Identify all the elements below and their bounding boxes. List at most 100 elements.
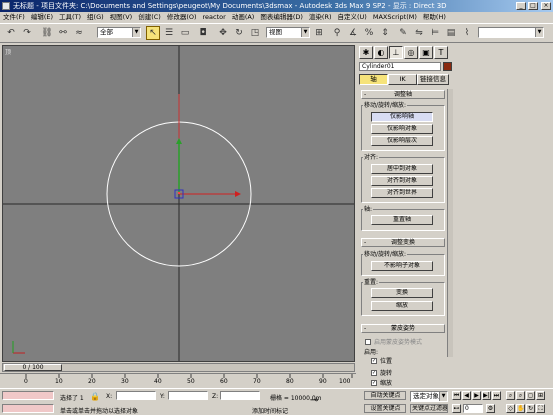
menu-tools[interactable]: 工具(T) xyxy=(56,12,84,23)
maximize-button[interactable]: □ xyxy=(528,2,538,10)
time-slider[interactable]: 0 / 100 xyxy=(2,363,355,372)
key-mode-icon[interactable]: ⊷ xyxy=(452,404,461,413)
object-name-field[interactable]: Cylinder01 xyxy=(359,62,441,71)
unlink-icon[interactable]: ⚯ xyxy=(56,26,70,40)
create-tab-icon[interactable]: ✱ xyxy=(359,46,373,59)
menu-file[interactable]: 文件(F) xyxy=(0,12,28,23)
current-frame-field[interactable]: 0 xyxy=(463,404,483,413)
minimize-button[interactable]: _ xyxy=(516,2,526,10)
link-icon[interactable]: ⛓ xyxy=(40,26,54,40)
skin-pose-mode-checkbox[interactable]: 启用蒙皮姿势模式 xyxy=(365,337,422,346)
modify-tab-icon[interactable]: ◐ xyxy=(374,46,388,59)
center-to-object-button[interactable]: 居中到对象 xyxy=(371,164,433,174)
prev-frame-icon[interactable]: ◀ xyxy=(462,391,471,400)
select-move-icon[interactable]: ✥ xyxy=(216,26,230,40)
affect-object-only-button[interactable]: 仅影响对象 xyxy=(371,124,433,134)
menu-rendering[interactable]: 渲染(R) xyxy=(306,12,335,23)
select-scale-icon[interactable]: ◳ xyxy=(248,26,262,40)
select-by-name-icon[interactable]: ☰ xyxy=(162,26,176,40)
tab-link-info[interactable]: 链接信息 xyxy=(417,74,449,85)
menu-maxscript[interactable]: MAXScript(M) xyxy=(370,12,420,23)
affect-hierarchy-only-button[interactable]: 仅影响层次 xyxy=(371,136,433,146)
reference-coord-dropdown[interactable]: 视图 ▼ xyxy=(266,27,310,38)
track-bar[interactable]: 0 10 20 30 40 50 60 70 80 90 100 xyxy=(0,373,356,387)
zoom-extents-icon[interactable]: ◻ xyxy=(526,391,535,400)
dont-affect-children-button[interactable]: 不影响子对象 xyxy=(371,261,433,271)
pivot-icon[interactable]: ⊞ xyxy=(312,26,326,40)
display-tab-icon[interactable]: ▣ xyxy=(419,46,433,59)
named-selection-icon[interactable]: ✎ xyxy=(396,26,410,40)
maxscript-listener[interactable] xyxy=(2,391,54,400)
align-icon[interactable]: ⊨ xyxy=(428,26,442,40)
mirror-icon[interactable]: ⇋ xyxy=(412,26,426,40)
hierarchy-tab-icon[interactable]: ⊥ xyxy=(389,46,403,59)
time-slider-thumb[interactable]: 0 / 100 xyxy=(4,364,62,371)
zoom-icon[interactable]: ⌕ xyxy=(506,391,515,400)
curve-editor-icon[interactable]: ⌇ xyxy=(460,26,474,40)
layer-icon[interactable]: ▤ xyxy=(444,26,458,40)
x-coordinate-field[interactable] xyxy=(116,391,156,400)
redo-icon[interactable]: ↷ xyxy=(20,26,34,40)
reset-scale-button[interactable]: 缩放 xyxy=(371,301,433,311)
key-icon[interactable]: ⊸ xyxy=(310,395,318,406)
menu-group[interactable]: 组(G) xyxy=(84,12,107,23)
menu-modifiers[interactable]: 修改器(O) xyxy=(164,12,200,23)
orbit-icon[interactable]: ↻ xyxy=(526,404,535,413)
bind-space-warp-icon[interactable]: ≈ xyxy=(72,26,86,40)
lock-icon[interactable]: 🔒 xyxy=(90,392,100,401)
window-crossing-icon[interactable]: ◘ xyxy=(196,26,210,40)
key-filter-selection-dropdown[interactable]: 选定对象 ▼ xyxy=(410,391,448,402)
menu-create[interactable]: 创建(C) xyxy=(135,12,164,23)
object-color-swatch[interactable] xyxy=(443,62,452,71)
select-object-icon[interactable]: ↖ xyxy=(146,26,160,40)
field-of-view-icon[interactable]: ◇ xyxy=(506,404,515,413)
enable-scale-checkbox[interactable]: ✓ 缩放 xyxy=(371,378,392,387)
selection-filter-dropdown[interactable]: 全部 ▼ xyxy=(97,27,141,38)
menu-reactor[interactable]: reactor xyxy=(200,12,229,23)
render-type-dropdown[interactable]: ▼ xyxy=(478,27,544,38)
goto-end-icon[interactable]: ⏭ xyxy=(492,391,501,400)
menu-animation[interactable]: 动画(A) xyxy=(229,12,258,23)
maximize-viewport-icon[interactable]: ⛶ xyxy=(536,404,545,413)
y-coordinate-field[interactable] xyxy=(168,391,208,400)
enable-position-checkbox[interactable]: ✓ 位置 xyxy=(371,356,392,365)
menu-help[interactable]: 帮助(H) xyxy=(420,12,449,23)
auto-key-button[interactable]: 自动关键点 xyxy=(364,391,406,400)
play-icon[interactable]: ▶ xyxy=(472,391,481,400)
menu-views[interactable]: 视图(V) xyxy=(107,12,136,23)
tab-pivot[interactable]: 轴 xyxy=(359,74,388,85)
reset-transform-button[interactable]: 变换 xyxy=(371,288,433,298)
maxscript-mini[interactable] xyxy=(2,404,54,413)
angle-snap-icon[interactable]: ∡ xyxy=(346,26,360,40)
enable-rotation-checkbox[interactable]: ✓ 旋转 xyxy=(371,368,392,377)
menu-graph-editors[interactable]: 图表编辑器(D) xyxy=(257,12,306,23)
spinner-snap-icon[interactable]: ⇕ xyxy=(378,26,392,40)
utilities-tab-icon[interactable]: T xyxy=(434,46,448,59)
snap-icon[interactable]: ⚲ xyxy=(330,26,344,40)
close-button[interactable]: × xyxy=(541,2,551,10)
goto-start-icon[interactable]: ⏮ xyxy=(452,391,461,400)
panel-scrollbar[interactable] xyxy=(447,89,453,357)
rollout-skin-pose[interactable]: - 蒙皮姿势 xyxy=(361,324,445,333)
zoom-extents-all-icon[interactable]: ⊞ xyxy=(536,391,545,400)
menu-customize[interactable]: 自定义(U) xyxy=(335,12,370,23)
affect-pivot-only-button[interactable]: 仅影响轴 xyxy=(371,112,433,122)
pan-icon[interactable]: ✋ xyxy=(516,404,525,413)
key-filters-button[interactable]: 关键点过滤器... xyxy=(410,404,448,413)
reset-pivot-button[interactable]: 重置轴 xyxy=(371,215,433,225)
motion-tab-icon[interactable]: ◎ xyxy=(404,46,418,59)
add-time-tag[interactable]: 添加时间标记 xyxy=(252,406,288,415)
menu-edit[interactable]: 编辑(E) xyxy=(28,12,56,23)
time-config-icon[interactable]: ⚙ xyxy=(486,404,495,413)
tab-ik[interactable]: IK xyxy=(388,74,417,85)
select-rotate-icon[interactable]: ↻ xyxy=(232,26,246,40)
align-to-world-button[interactable]: 对齐到世界 xyxy=(371,188,433,198)
rollout-adjust-pivot[interactable]: - 调整轴 xyxy=(361,90,445,99)
z-coordinate-field[interactable] xyxy=(220,391,260,400)
set-key-button[interactable]: 设置关键点 xyxy=(364,404,406,413)
zoom-all-icon[interactable]: ⌕ xyxy=(516,391,525,400)
percent-snap-icon[interactable]: % xyxy=(362,26,376,40)
align-to-object-button[interactable]: 对齐到对象 xyxy=(371,176,433,186)
viewport-top[interactable]: 顶 xyxy=(2,45,355,362)
undo-icon[interactable]: ↶ xyxy=(4,26,18,40)
